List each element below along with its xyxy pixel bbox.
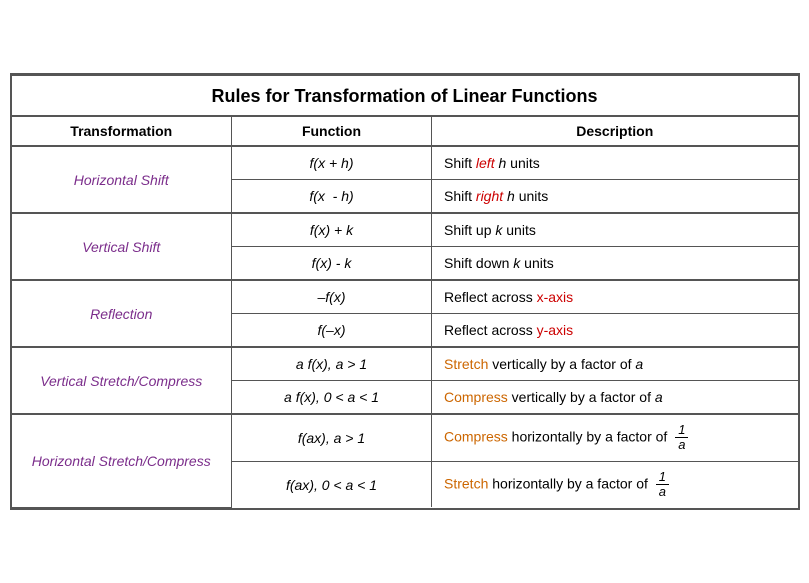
function-cell: a f(x), a > 1 [232, 347, 432, 381]
keyword-stretch-h: Stretch [444, 475, 488, 491]
keyword-compress: Compress [444, 389, 508, 405]
desc-cell: Compress vertically by a factor of a [432, 381, 798, 415]
function-cell: f(x + h) [232, 146, 432, 180]
function-cell: –f(x) [232, 280, 432, 314]
function-cell: f(x) + k [232, 213, 432, 247]
desc-cell: Reflect across x-axis [432, 280, 798, 314]
title-row: Rules for Transformation of Linear Funct… [12, 76, 798, 117]
table-row: Horizontal Shift f(x + h) Shift left h u… [12, 146, 798, 180]
desc-cell: Compress horizontally by a factor of 1 a [432, 414, 798, 461]
desc-cell: Stretch horizontally by a factor of 1 a [432, 461, 798, 507]
fraction-1-over-a-2: 1 a [656, 470, 669, 500]
keyword-right: right [476, 188, 503, 204]
keyword-x-axis: x-axis [537, 289, 574, 305]
transform-label-horizontal-stretch: Horizontal Stretch/Compress [12, 414, 232, 507]
transform-label-reflection: Reflection [12, 280, 232, 347]
col-header-description: Description [432, 116, 798, 146]
desc-cell: Shift right h units [432, 180, 798, 214]
desc-cell: Shift up k units [432, 213, 798, 247]
table-row: Reflection –f(x) Reflect across x-axis [12, 280, 798, 314]
keyword-compress-h: Compress [444, 429, 508, 445]
keyword-stretch: Stretch [444, 356, 488, 372]
transform-label-horizontal-shift: Horizontal Shift [12, 146, 232, 213]
desc-cell: Stretch vertically by a factor of a [432, 347, 798, 381]
main-table-wrapper: Rules for Transformation of Linear Funct… [10, 73, 800, 510]
col-header-transformation: Transformation [12, 116, 232, 146]
col-header-function: Function [232, 116, 432, 146]
desc-cell: Shift left h units [432, 146, 798, 180]
function-cell: f(–x) [232, 314, 432, 348]
table-title: Rules for Transformation of Linear Funct… [12, 76, 798, 117]
transform-label-vertical-stretch: Vertical Stretch/Compress [12, 347, 232, 414]
desc-cell: Shift down k units [432, 247, 798, 281]
table-row: Vertical Shift f(x) + k Shift up k units [12, 213, 798, 247]
keyword-y-axis: y-axis [537, 322, 574, 338]
function-cell: a f(x), 0 < a < 1 [232, 381, 432, 415]
fraction-1-over-a: 1 a [675, 423, 688, 453]
function-cell: f(ax), a > 1 [232, 414, 432, 461]
transform-label-vertical-shift: Vertical Shift [12, 213, 232, 280]
table-row: Horizontal Stretch/Compress f(ax), a > 1… [12, 414, 798, 461]
table-row: Vertical Stretch/Compress a f(x), a > 1 … [12, 347, 798, 381]
function-cell: f(ax), 0 < a < 1 [232, 461, 432, 507]
desc-cell: Reflect across y-axis [432, 314, 798, 348]
keyword-left: left [476, 155, 495, 171]
header-row: Transformation Function Description [12, 116, 798, 146]
transformation-table: Rules for Transformation of Linear Funct… [12, 75, 798, 508]
function-cell: f(x) - k [232, 247, 432, 281]
function-cell: f(x - h) [232, 180, 432, 214]
